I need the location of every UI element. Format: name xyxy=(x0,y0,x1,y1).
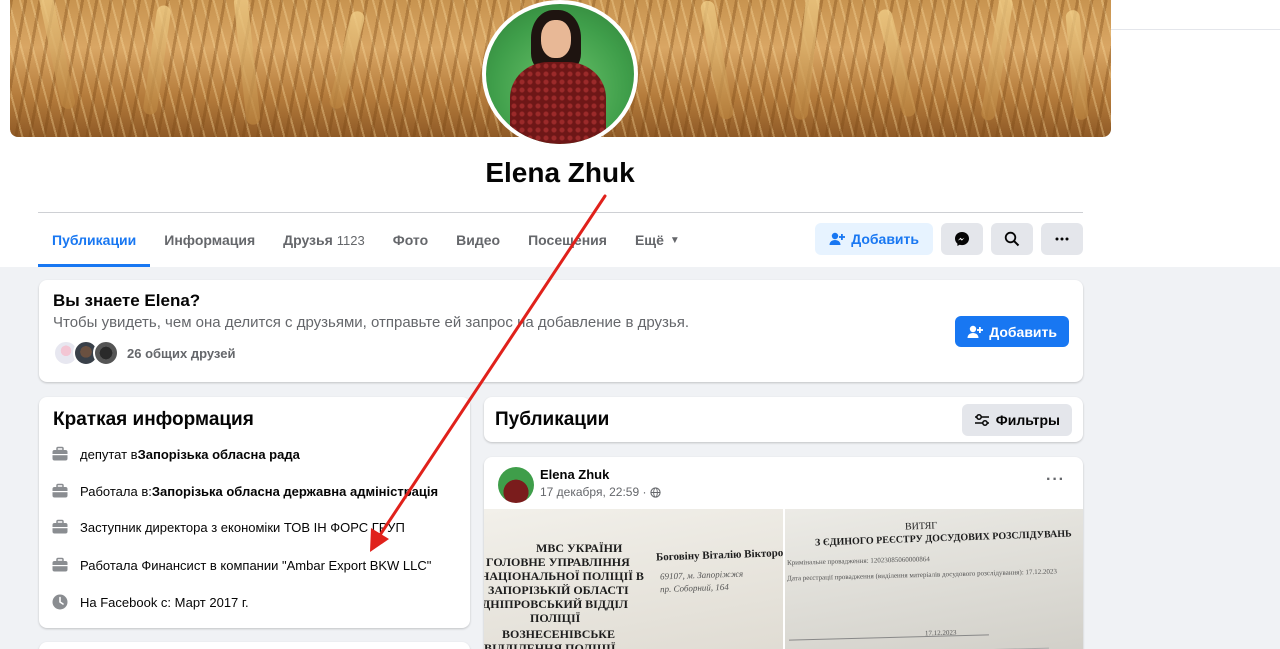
doc-text: Кримінальне провадження: 120230850600008… xyxy=(786,555,930,567)
tab-label: Друзья xyxy=(283,232,333,248)
tab-check-ins[interactable]: Посещения xyxy=(514,213,621,267)
doc-text: З ЄДИНОГО РЕЄСТРУ ДОСУДОВИХ РОЗСЛІДУВАНЬ xyxy=(814,528,1072,549)
profile-name: Elena Zhuk xyxy=(485,157,635,188)
add-friend-label: Добавить xyxy=(851,231,919,247)
add-friend-icon xyxy=(829,232,846,246)
intro-title: Краткая информация xyxy=(53,409,254,430)
next-card xyxy=(39,642,470,649)
tab-label: Посещения xyxy=(528,232,607,248)
intro-item-work: Работала Финансист в компании "Ambar Exp… xyxy=(51,556,431,574)
tab-label: Ещё xyxy=(634,232,664,248)
search-icon xyxy=(1004,231,1020,247)
tab-posts[interactable]: Публикации xyxy=(38,213,151,267)
mutual-friend-avatar xyxy=(93,340,119,366)
intro-text: депутат в xyxy=(80,446,138,462)
tab-more[interactable]: Ещё ▼ xyxy=(621,213,694,267)
tab-label: Видео xyxy=(456,232,501,248)
intro-card: Краткая информация депутат в Запорізька … xyxy=(39,397,470,628)
post-photo-document-1[interactable]: МВС УКРАЇНИ ГОЛОВНЕ УПРАВЛІННЯ НАЦІОНАЛЬ… xyxy=(484,509,783,649)
mutual-friends-count: 26 общих друзей xyxy=(127,345,236,361)
avatar-photo xyxy=(486,4,634,144)
tab-friends[interactable]: Друзья 1123 xyxy=(269,213,379,267)
profile-avatar[interactable] xyxy=(482,0,638,148)
briefcase-icon xyxy=(51,518,69,536)
mutual-friends[interactable]: 26 общих друзей xyxy=(53,340,235,366)
intro-item-work: депутат в Запорізька обласна рада xyxy=(51,445,300,463)
intro-text: Работала в: xyxy=(80,483,152,499)
globe-icon xyxy=(650,487,661,498)
search-button[interactable] xyxy=(991,223,1033,255)
messenger-icon xyxy=(954,231,970,247)
tab-videos[interactable]: Видео xyxy=(442,213,514,267)
filters-label: Фильтры xyxy=(995,412,1060,428)
intro-item-work: Заступник директора з економіки ТОВ ІН Ф… xyxy=(51,518,405,536)
intro-link[interactable]: Запорізька обласна рада xyxy=(138,447,300,462)
filters-button[interactable]: Фильтры xyxy=(961,404,1072,436)
know-subtitle: Чтобы увидеть, чем она делится с друзьям… xyxy=(53,314,689,331)
add-friend-label: Добавить xyxy=(989,323,1057,340)
know-person-card: Вы знаете Elena? Чтобы увидеть, чем она … xyxy=(39,280,1083,382)
doc-text: ВІДДІЛЕННЯ ПОЛІЦІЇ xyxy=(484,641,616,649)
doc-text: ЗАПОРІЗЬКІЙ ОБЛАСТІ xyxy=(488,583,629,597)
briefcase-icon xyxy=(51,556,69,574)
know-title: Вы знаете Elena? xyxy=(53,291,201,310)
doc-text: пр. Соборний, 164 xyxy=(659,581,729,595)
tab-photos[interactable]: Фото xyxy=(379,213,442,267)
doc-text: 69107, м. Запоріжжя xyxy=(659,568,744,582)
post-author-name[interactable]: Elena Zhuk xyxy=(540,467,609,482)
messenger-button[interactable] xyxy=(941,223,983,255)
filter-icon xyxy=(974,413,990,427)
post-date[interactable]: 17 декабря, 22:59 · xyxy=(540,485,661,499)
posts-title: Публикации xyxy=(495,409,610,430)
posts-header-card: Публикации Фильтры xyxy=(484,397,1083,442)
intro-item-joined: На Facebook с: Март 2017 г. xyxy=(51,593,249,611)
post-author-avatar[interactable] xyxy=(498,467,534,503)
doc-text: ВОЗНЕСЕНІВСЬКЕ xyxy=(502,627,615,641)
post-photo-document-2[interactable]: ВИТЯГ З ЄДИНОГО РЕЄСТРУ ДОСУДОВИХ РОЗСЛІ… xyxy=(785,509,1083,649)
doc-text: ДНІПРОВСЬКИЙ ВІДДІЛ xyxy=(484,597,628,611)
add-friend-button-primary[interactable]: Добавить xyxy=(955,316,1069,347)
doc-text: МВС УКРАЇНИ xyxy=(536,541,623,555)
briefcase-icon xyxy=(51,482,69,500)
tab-about[interactable]: Информация xyxy=(150,213,269,267)
tab-label: Фото xyxy=(392,232,429,248)
doc-text: ВИТЯГ xyxy=(904,520,938,533)
intro-link[interactable]: Запорізька обласна державна адміністраці… xyxy=(152,484,438,499)
post-card: Elena Zhuk 17 декабря, 22:59 · ··· МВС У… xyxy=(484,457,1083,649)
tab-label: Информация xyxy=(164,232,256,248)
top-bar xyxy=(1111,0,1280,30)
intro-text: Работала Финансист в компании "Ambar Exp… xyxy=(80,557,432,573)
profile-tabs: Публикации Информация Друзья 1123 Фото Ви… xyxy=(38,213,694,267)
more-options-button[interactable] xyxy=(1041,223,1083,255)
doc-text: ГОЛОВНЕ УПРАВЛІННЯ xyxy=(486,555,630,569)
caret-down-icon: ▼ xyxy=(669,234,680,246)
add-friend-button[interactable]: Добавить xyxy=(815,223,933,255)
intro-text: На Facebook с: Март 2017 г. xyxy=(80,594,249,610)
doc-text: Боговіну Віталію Вікторович xyxy=(655,546,783,564)
post-date-text: 17 декабря, 22:59 · xyxy=(540,485,647,499)
tab-label: Публикации xyxy=(52,232,137,248)
intro-text: Заступник директора з економіки ТОВ ІН Ф… xyxy=(80,519,405,535)
doc-text: Дата реєстрації провадження (виділення м… xyxy=(786,567,1058,583)
friends-count: 1123 xyxy=(336,232,365,248)
profile-actions: Добавить xyxy=(815,223,1083,255)
intro-item-work: Работала в: Запорізька обласна державна … xyxy=(51,482,438,500)
clock-icon xyxy=(51,593,69,611)
briefcase-icon xyxy=(51,445,69,463)
post-more-icon[interactable]: ··· xyxy=(1046,471,1065,489)
doc-text: ПОЛІЦІЇ xyxy=(530,611,581,625)
doc-text: НАЦІОНАЛЬНОЇ ПОЛІЦІЇ В xyxy=(484,569,644,583)
more-icon xyxy=(1054,237,1070,241)
doc-line-rule xyxy=(789,634,989,641)
add-friend-icon xyxy=(967,325,984,339)
